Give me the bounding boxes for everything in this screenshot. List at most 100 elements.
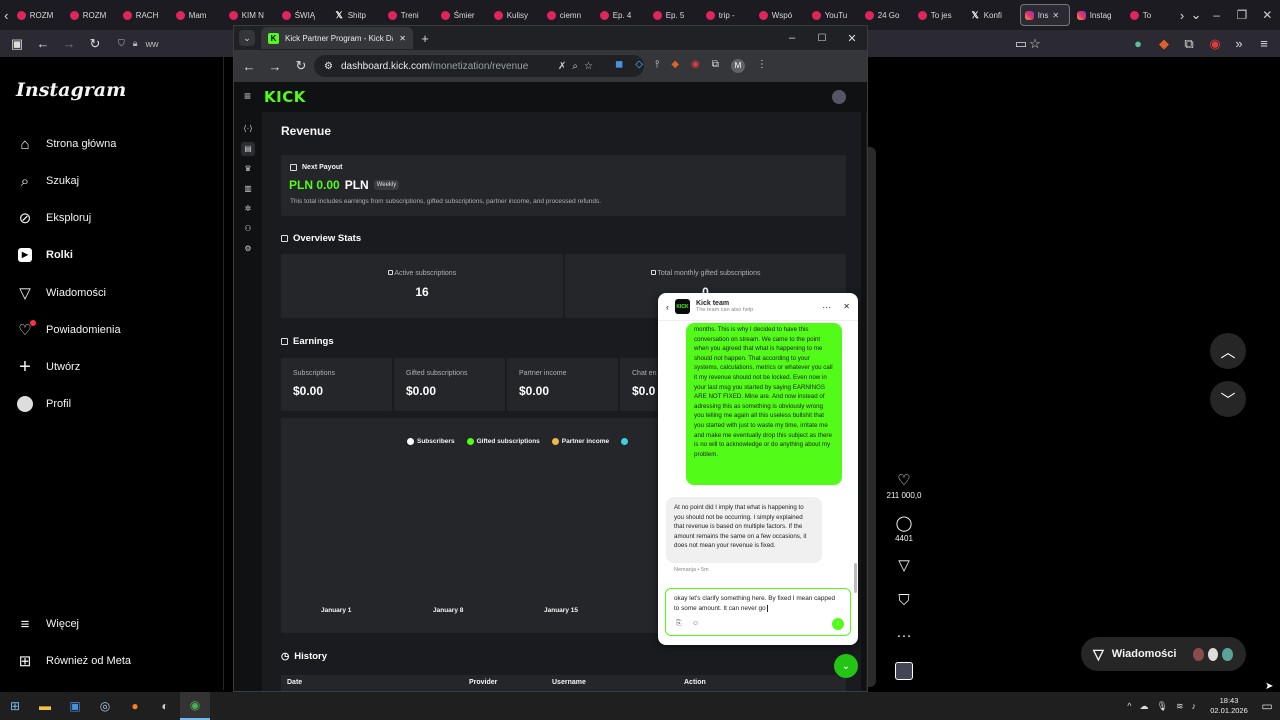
comment-button[interactable]: ◯ 4401: [884, 514, 924, 543]
firefox-icon[interactable]: ●: [120, 692, 150, 720]
nav-notifications[interactable]: ♡ Powiadomienia: [16, 320, 121, 339]
emoji-icon[interactable]: ☺: [692, 619, 699, 629]
extensions-puzzle-icon[interactable]: ⧉: [712, 59, 719, 73]
save-button[interactable]: ⛉: [884, 592, 924, 611]
wifi-icon[interactable]: ≋: [1176, 701, 1184, 712]
chrome-reload-icon[interactable]: ↻: [288, 58, 314, 74]
extension-blue-icon[interactable]: ◼: [615, 59, 623, 73]
extension-fox-icon[interactable]: ◆: [1151, 36, 1177, 52]
steam-icon[interactable]: ◎: [90, 692, 120, 720]
chat-back-icon[interactable]: ‹: [666, 302, 669, 312]
forward-icon[interactable]: →: [56, 36, 82, 51]
notifications-icon[interactable]: ▭: [1254, 692, 1280, 720]
send-icon[interactable]: ↑: [832, 618, 844, 630]
nav-create[interactable]: + Utwórz: [16, 356, 80, 378]
clock[interactable]: 18:43 02.01.2026: [1204, 696, 1254, 716]
nav-explore[interactable]: ⊘ Eksploruj: [16, 209, 92, 227]
outer-tab[interactable]: YouTu: [808, 4, 858, 26]
chrome-menu-icon[interactable]: ⋮: [757, 59, 767, 73]
outer-tab[interactable]: Ep. 4: [596, 4, 646, 26]
outer-tab[interactable]: Kulisy: [490, 4, 540, 26]
kick-menu-icon[interactable]: ≡: [244, 89, 251, 103]
windows-start-icon[interactable]: ⊞: [0, 692, 30, 720]
chat-close-icon[interactable]: ✕: [843, 302, 850, 311]
outer-tab[interactable]: ROZM: [13, 4, 63, 26]
reload-icon[interactable]: ↻: [82, 36, 108, 52]
outer-tab[interactable]: Ep. 5: [649, 4, 699, 26]
mute-icon[interactable]: ✗: [558, 61, 566, 72]
outer-tab[interactable]: Śmier: [437, 4, 487, 26]
legend-item[interactable]: [621, 438, 631, 445]
nav-search[interactable]: ⌕ Szukaj: [16, 172, 79, 190]
extension-shield-icon[interactable]: ●: [1125, 36, 1151, 51]
overflow-chevrons-icon[interactable]: »: [1226, 36, 1252, 51]
instagram-logo[interactable]: Instagram: [16, 79, 126, 101]
mic-icon[interactable]: 🎙︎: [1157, 701, 1168, 712]
close-tab-icon[interactable]: ✕: [1052, 11, 1059, 20]
chat-toggle-button[interactable]: ⌄: [834, 654, 858, 678]
file-explorer-icon[interactable]: ▬: [30, 692, 60, 720]
tray-chevron-icon[interactable]: ^: [1127, 701, 1131, 712]
outer-url-bar[interactable]: ⛉ 🔒︎ ww: [118, 38, 198, 49]
like-button[interactable]: ♡ 211 000,0: [884, 471, 924, 500]
chrome-minimize-icon[interactable]: –: [777, 32, 807, 44]
legend-item[interactable]: Gifted subscriptions: [466, 438, 540, 445]
rail-revenue-icon[interactable]: ▤: [241, 142, 255, 156]
chrome-maximize-icon[interactable]: ☐: [807, 33, 837, 44]
outer-tab[interactable]: RACH: [119, 4, 169, 26]
kick-logo[interactable]: KICK: [264, 88, 306, 106]
legend-item[interactable]: Partner income: [551, 438, 609, 445]
rail-settings-icon[interactable]: ⚙: [241, 242, 255, 256]
nav-reels[interactable]: ▶ Rolki: [16, 246, 73, 264]
outer-tab[interactable]: 24 Go: [861, 4, 911, 26]
extension-drop-icon[interactable]: ◇: [635, 59, 643, 73]
close-tab-icon[interactable]: ✕: [399, 34, 406, 43]
bookmark-star-icon[interactable]: ☆: [1022, 36, 1048, 52]
nav-home[interactable]: ⌂ Strona główna: [16, 135, 116, 153]
column-header[interactable]: Action: [684, 679, 706, 686]
volume-icon[interactable]: ♪: [1192, 701, 1197, 712]
share-button[interactable]: ▽: [884, 556, 924, 576]
extension-fox-icon[interactable]: ◆: [671, 59, 679, 73]
messages-pill[interactable]: ▽ Wiadomości: [1081, 637, 1246, 671]
rail-bug-icon[interactable]: ✲: [241, 202, 255, 216]
tab-list-chevron-icon[interactable]: ⌄: [1188, 7, 1204, 23]
chrome-omnibox[interactable]: ⚙ dashboard.kick.com/monetization/revenu…: [314, 55, 644, 77]
taskbar-app-icon[interactable]: ▣: [60, 692, 90, 720]
column-header[interactable]: Username: [552, 679, 586, 686]
close-window-icon[interactable]: ✕: [1255, 8, 1280, 22]
zoom-icon[interactable]: ⌕: [572, 61, 578, 72]
tab-search-icon[interactable]: ⌄: [239, 30, 255, 46]
extension-badge-icon[interactable]: ◉: [1202, 36, 1228, 52]
back-icon[interactable]: ←: [30, 36, 56, 51]
new-tab-icon[interactable]: +: [413, 31, 437, 46]
outer-tab[interactable]: ciemn: [543, 4, 593, 26]
rail-stream-icon[interactable]: ⟨·⟩: [241, 122, 255, 136]
outer-tab[interactable]: trip -: [702, 4, 752, 26]
tab-scroll-left-icon[interactable]: ‹: [0, 8, 13, 23]
outer-tab[interactable]: 𝕏 Konfi: [967, 4, 1017, 26]
taskbar-app-icon[interactable]: ◐: [150, 692, 180, 720]
chat-scrollbar[interactable]: [854, 563, 857, 593]
outer-tab[interactable]: Instag: [1073, 4, 1123, 26]
sidebar-toggle-icon[interactable]: ▣: [4, 36, 30, 52]
attach-icon[interactable]: ⎘: [676, 619, 682, 629]
chrome-back-icon[interactable]: ←: [236, 59, 262, 74]
chrome-active-tab[interactable]: K Kick Partner Program - Kick Da ✕: [261, 27, 413, 49]
minimize-icon[interactable]: –: [1204, 8, 1229, 22]
rail-trophy-icon[interactable]: ♛: [241, 162, 255, 176]
network-icon[interactable]: ☁: [1140, 701, 1149, 712]
legend-item[interactable]: Subscribers: [407, 438, 455, 445]
outer-tab[interactable]: ŚWIĄ: [278, 4, 328, 26]
tab-scroll-right-icon[interactable]: ›: [1176, 8, 1189, 23]
previous-reel-button[interactable]: ︿: [1210, 333, 1246, 369]
nav-more[interactable]: ≡ Więcej: [16, 615, 79, 633]
chrome-close-icon[interactable]: ✕: [837, 32, 867, 45]
outer-tab[interactable]: ROZM: [66, 4, 116, 26]
rail-chart-icon[interactable]: ▥: [241, 182, 255, 196]
kick-user-avatar[interactable]: [832, 90, 846, 104]
bookmark-star-icon[interactable]: ☆: [584, 61, 593, 72]
chrome-taskbar-icon[interactable]: ◉: [180, 692, 210, 720]
column-header[interactable]: Date: [287, 679, 302, 686]
outer-tab[interactable]: To: [1126, 4, 1176, 26]
